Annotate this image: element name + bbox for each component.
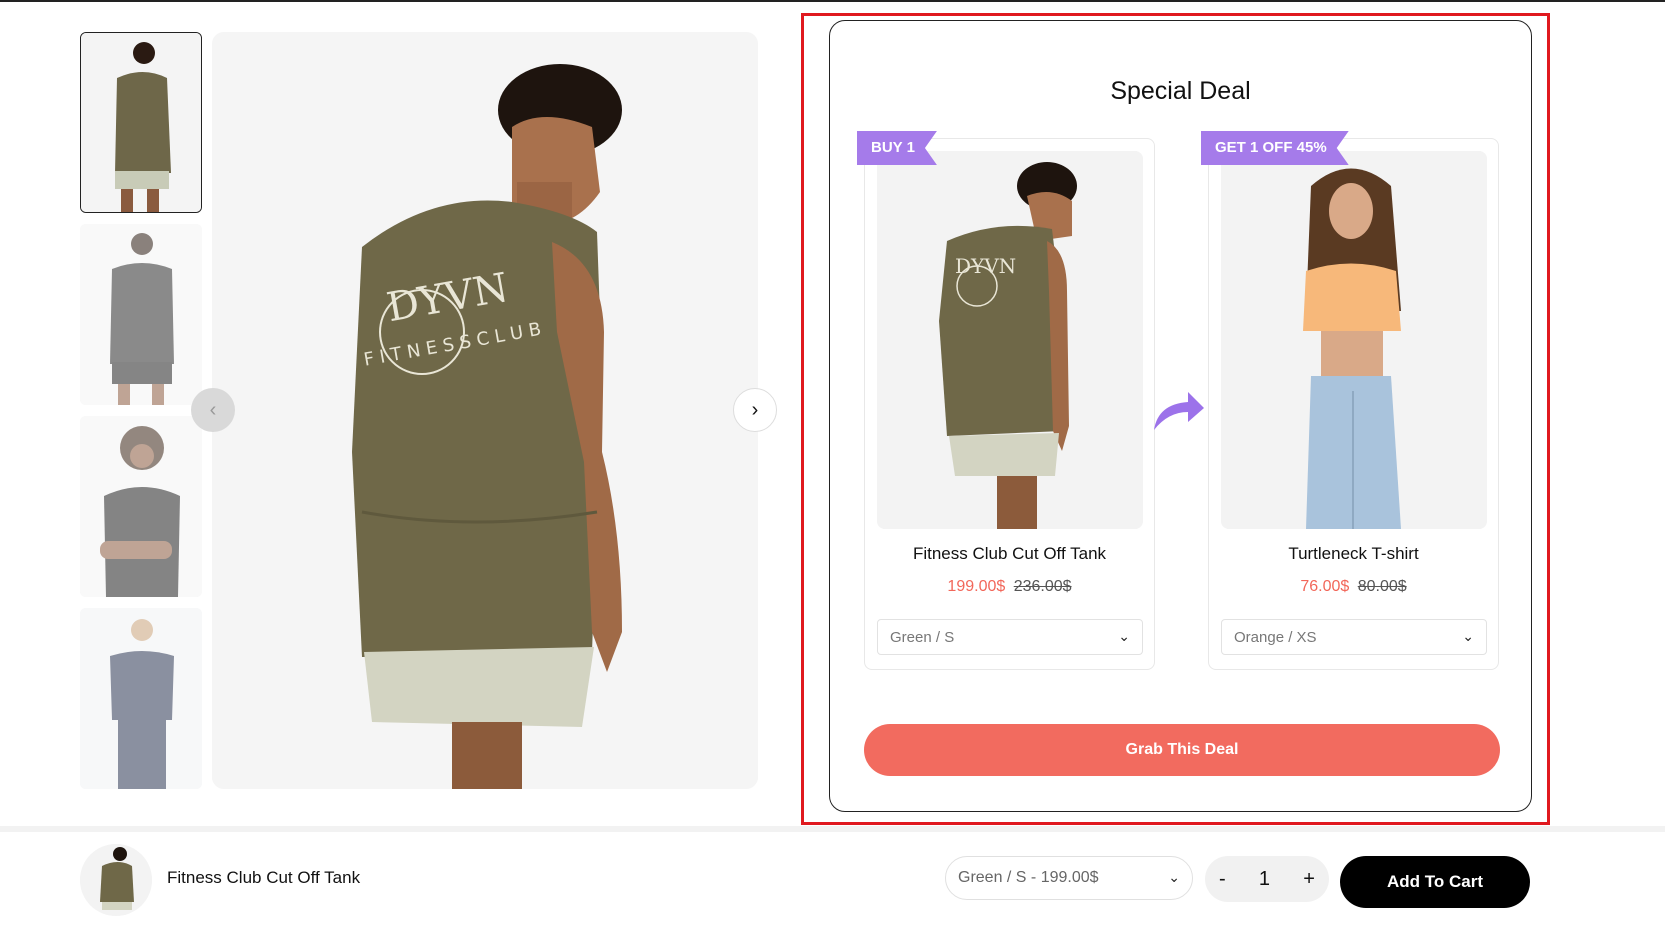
thumbnail-olive-tank-image <box>81 33 201 212</box>
qty-decrease-button[interactable]: - <box>1219 868 1226 891</box>
olive-tank-model-image: DYVN F I T N E S S C L U B <box>212 32 758 789</box>
gallery-prev-button[interactable]: ‹ <box>191 388 235 432</box>
thumbnail-navy-tee-image <box>80 608 202 789</box>
gallery-next-button[interactable]: › <box>733 388 777 432</box>
variant-value: Orange / XS <box>1234 628 1317 646</box>
price-now: 76.00$ <box>1300 578 1350 595</box>
deal-product-name: Turtleneck T-shirt <box>1288 544 1419 563</box>
deal-product-prices: 199.00$ 236.00$ <box>865 578 1154 596</box>
bar-variant-value: Green / S - 199.00$ <box>958 869 1099 886</box>
thumbnail-black-tee-image <box>80 416 202 597</box>
thumbnail-gallery <box>80 32 202 800</box>
sticky-cart-bar: Fitness Club Cut Off Tank Green / S - 19… <box>0 826 1665 928</box>
olive-tank-thumb-image <box>80 844 152 916</box>
quantity-stepper: - 1 + <box>1205 856 1329 902</box>
variant-select[interactable]: Orange / XS ⌄ <box>1221 619 1487 655</box>
top-border <box>0 0 1665 2</box>
get-ribbon: GET 1 OFF 45% <box>1201 131 1349 165</box>
bar-product-thumbnail <box>80 844 152 916</box>
thumbnail-4[interactable] <box>80 608 202 789</box>
buy-ribbon: BUY 1 <box>857 131 937 165</box>
thumbnail-3[interactable] <box>80 416 202 597</box>
chevron-down-icon: ⌄ <box>1462 628 1474 644</box>
deal-product-name: Fitness Club Cut Off Tank <box>912 544 1107 563</box>
variant-select[interactable]: Green / S ⌄ <box>877 619 1143 655</box>
olive-tank-image: DYVN <box>877 151 1143 529</box>
price-now: 199.00$ <box>947 578 1006 595</box>
main-product-image: DYVN F I T N E S S C L U B <box>212 32 758 789</box>
deal-product-image[interactable] <box>1221 151 1487 529</box>
deal-product-image[interactable]: DYVN <box>877 151 1143 529</box>
chevron-right-icon: › <box>751 398 759 421</box>
add-to-cart-button[interactable]: Add To Cart <box>1340 856 1530 908</box>
special-deal-card: Special Deal BUY 1 DYVN Fitness Club Cut… <box>829 20 1532 812</box>
qty-increase-button[interactable]: + <box>1303 868 1315 891</box>
thumbnail-black-tank-image <box>80 224 202 405</box>
chevron-left-icon: ‹ <box>209 398 217 421</box>
deal-product-buy: BUY 1 DYVN Fitness Club Cut Off Tank 199… <box>864 138 1155 670</box>
thumbnail-2[interactable] <box>80 224 202 405</box>
turtleneck-model-image <box>1221 151 1487 529</box>
price-old: 236.00$ <box>1013 578 1072 595</box>
price-old: 80.00$ <box>1357 578 1407 595</box>
chevron-down-icon: ⌄ <box>1118 628 1130 644</box>
svg-text:DYVN: DYVN <box>955 254 1016 278</box>
deal-product-get: GET 1 OFF 45% Turtleneck T-shirt 76.00$ … <box>1208 138 1499 670</box>
bar-product-name: Fitness Club Cut Off Tank <box>167 868 361 887</box>
chevron-down-icon: ⌄ <box>1168 869 1180 885</box>
bar-variant-select[interactable]: Green / S - 199.00$ ⌄ <box>945 856 1193 900</box>
deal-title: Special Deal <box>1110 77 1251 105</box>
grab-deal-button[interactable]: Grab This Deal <box>864 724 1500 776</box>
variant-value: Green / S <box>890 628 955 646</box>
qty-value[interactable]: 1 <box>1259 868 1270 891</box>
thumbnail-1[interactable] <box>80 32 202 213</box>
curved-arrow-icon <box>1154 392 1204 430</box>
deal-product-prices: 76.00$ 80.00$ <box>1209 578 1498 596</box>
